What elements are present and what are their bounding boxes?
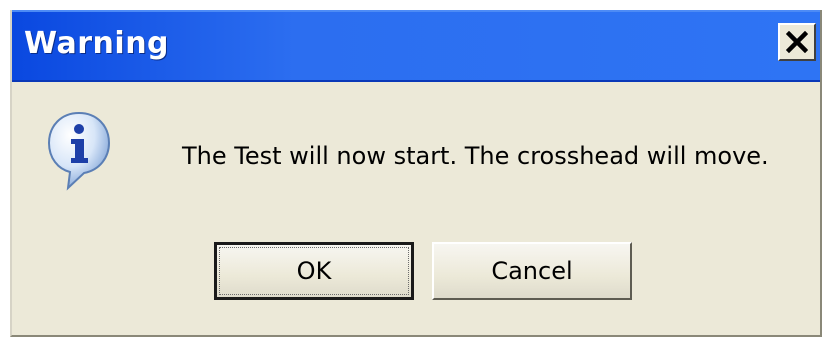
information-icon bbox=[47, 111, 111, 191]
close-icon bbox=[786, 31, 808, 53]
ok-button-label: OK bbox=[296, 257, 332, 285]
title-bar[interactable]: Warning bbox=[12, 10, 820, 82]
cancel-button[interactable]: Cancel bbox=[432, 242, 632, 300]
ok-button[interactable]: OK bbox=[214, 242, 414, 300]
warning-dialog: Warning The Test will now start. The cro… bbox=[10, 10, 822, 337]
close-button[interactable] bbox=[778, 23, 816, 61]
cancel-button-label: Cancel bbox=[491, 257, 573, 285]
message-text: The Test will now start. The crosshead w… bbox=[182, 142, 769, 170]
dialog-title: Warning bbox=[24, 26, 170, 61]
